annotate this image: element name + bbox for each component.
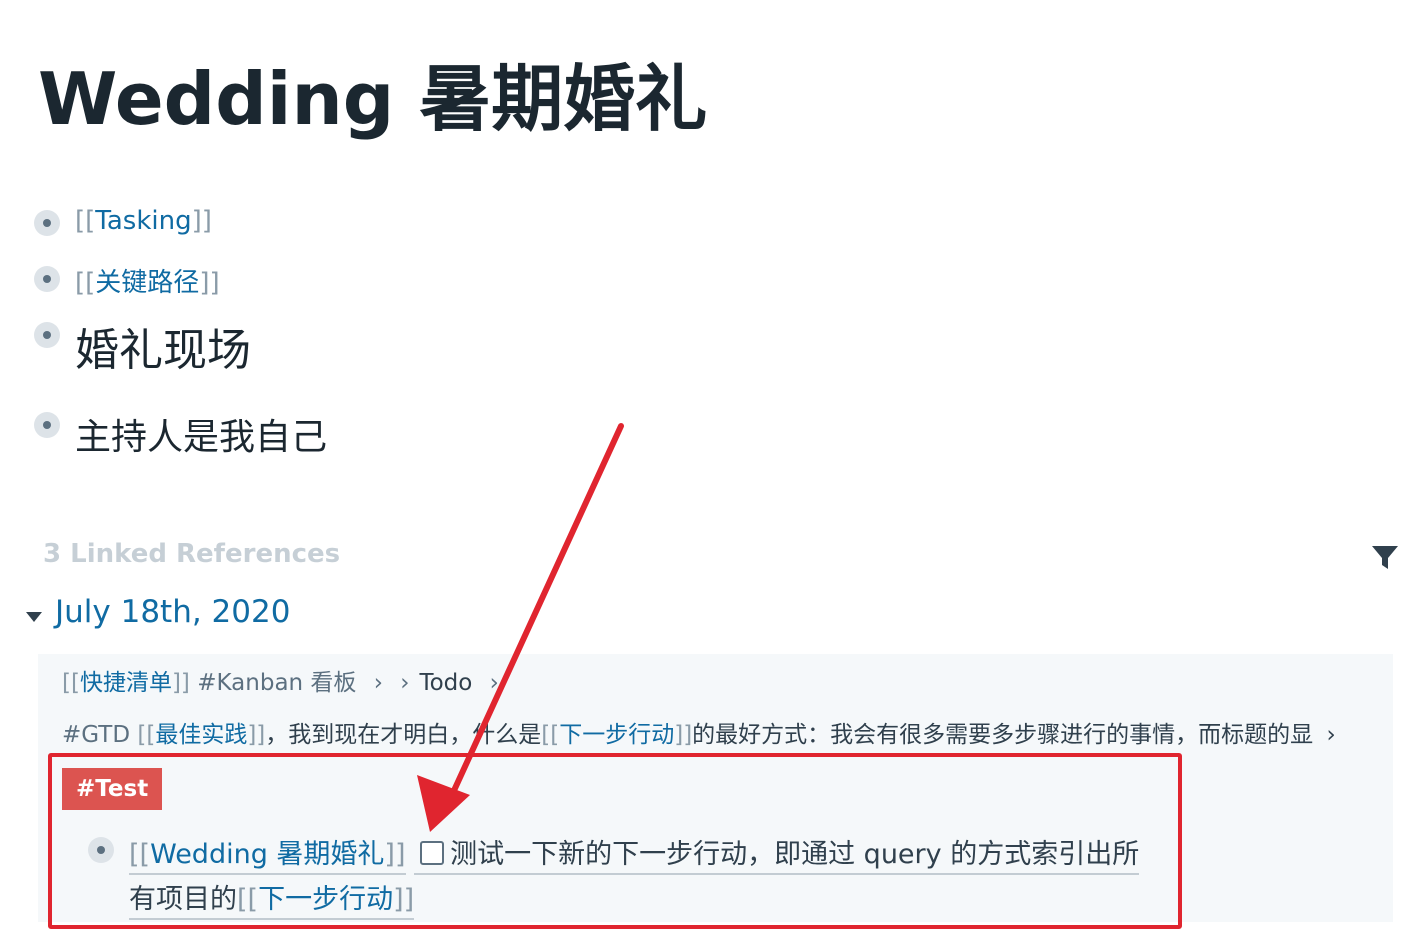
- breadcrumb-tag-kanban[interactable]: #Kanban 看板: [197, 670, 356, 696]
- block-bullet[interactable]: [34, 210, 60, 236]
- breadcrumb-chevron-icon: ›: [489, 670, 499, 696]
- block-tasking: [[Tasking]]: [75, 206, 212, 236]
- link-bracket-close: ]]: [171, 670, 190, 696]
- page-title[interactable]: Wedding 暑期婚礼: [38, 40, 707, 145]
- block-critical-path: [[关键路径]]: [75, 262, 220, 299]
- link-bracket-open: [[: [75, 206, 96, 236]
- annotation-highlight-box: [48, 753, 1182, 929]
- tag-gtd[interactable]: #GTD: [62, 722, 130, 748]
- context-text: ，我到现在才明白，什么是: [265, 722, 542, 748]
- link-bracket-close: ]]: [247, 722, 266, 748]
- link-bracket-close: ]]: [199, 268, 220, 298]
- breadcrumb-item-todo[interactable]: Todo: [419, 670, 472, 696]
- linked-references-title: 3 Linked References: [43, 539, 341, 569]
- breadcrumb: [[快捷清单]] #Kanban 看板 › › Todo ›: [62, 663, 509, 697]
- block-host[interactable]: 主持人是我自己: [75, 408, 327, 460]
- context-text: 的最好方式：我会有很多需要多步骤进行的事情，而标题的显: [692, 722, 1314, 748]
- link-bracket-open: [[: [137, 722, 156, 748]
- breadcrumb-chevron-icon: ›: [400, 670, 410, 696]
- block-bullet[interactable]: [34, 266, 60, 292]
- filter-icon[interactable]: [1370, 542, 1400, 572]
- link-bracket-open: [[: [541, 722, 560, 748]
- link-bracket-close: ]]: [674, 722, 693, 748]
- page-link-critical-path[interactable]: 关键路径: [95, 268, 199, 298]
- block-bullet[interactable]: [34, 412, 60, 438]
- page-link-best-practice[interactable]: 最佳实践: [155, 722, 247, 748]
- link-bracket-open: [[: [75, 268, 96, 298]
- page-link-next-action[interactable]: 下一步行动: [559, 722, 674, 748]
- block-heading-venue[interactable]: 婚礼现场: [75, 314, 251, 378]
- breadcrumb-link-quick-list[interactable]: 快捷清单: [80, 670, 172, 696]
- breadcrumb-chevron-icon: ›: [373, 670, 383, 696]
- context-chevron-icon: ›: [1326, 722, 1336, 748]
- caret-down-icon[interactable]: [24, 610, 44, 624]
- page-link-tasking[interactable]: Tasking: [95, 206, 191, 236]
- reference-date-link[interactable]: July 18th, 2020: [55, 594, 290, 630]
- breadcrumb-context-block[interactable]: #GTD [[最佳实践]]，我到现在才明白，什么是[[下一步行动]]的最好方式：…: [62, 715, 1392, 749]
- block-bullet[interactable]: [34, 322, 60, 348]
- link-bracket-close: ]]: [191, 206, 212, 236]
- link-bracket-open: [[: [62, 670, 80, 696]
